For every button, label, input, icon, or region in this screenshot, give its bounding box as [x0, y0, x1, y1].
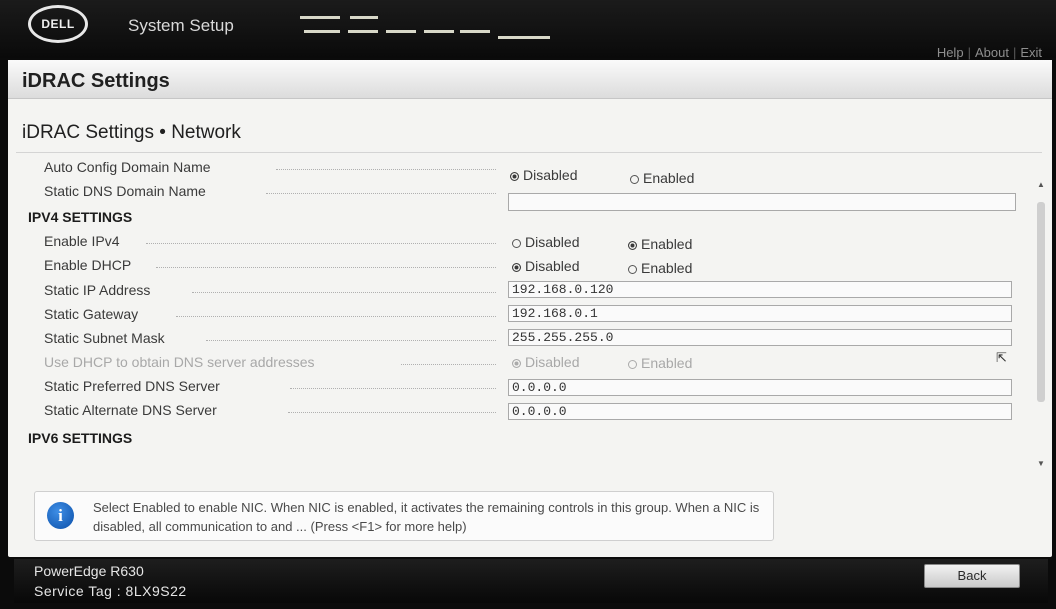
scroll-up-arrow-icon[interactable]: ▲ [1036, 180, 1046, 189]
section-title: iDRAC Settings • Network [22, 122, 241, 143]
auto-config-domain-label: Auto Config Domain Name [44, 159, 211, 175]
radio-selected-icon [512, 359, 521, 368]
ipv4-settings-header: IPV4 SETTINGS [28, 209, 133, 225]
radio-selected-icon [510, 172, 519, 181]
dotted-leader [288, 412, 496, 413]
static-ip-field[interactable] [508, 281, 1012, 298]
header-decoration [300, 10, 560, 54]
form-scrollbar[interactable]: ▲ ▼ [1036, 178, 1046, 470]
app-title: System Setup [128, 16, 234, 35]
radio-unselected-icon [628, 265, 637, 274]
enable-dhcp-label: Enable DHCP [44, 257, 132, 273]
dhcp-dns-label: Use DHCP to obtain DNS server addresses [44, 354, 315, 370]
dotted-leader [146, 243, 496, 244]
static-subnet-label: Static Subnet Mask [44, 330, 165, 346]
scroll-thumb[interactable] [1037, 202, 1045, 402]
dotted-leader [192, 292, 496, 293]
static-gateway-row: Static Gateway [16, 304, 1036, 326]
dell-logo: DELL [28, 5, 88, 43]
dotted-leader [206, 340, 496, 341]
static-subnet-row: Static Subnet Mask [16, 328, 1036, 350]
dotted-leader [290, 388, 496, 389]
alternate-dns-label: Static Alternate DNS Server [44, 402, 217, 418]
scroll-down-arrow-icon[interactable]: ▼ [1036, 459, 1046, 468]
header-links: Help | About | Exit [937, 45, 1042, 60]
static-dns-domain-row: Static DNS Domain Name [16, 181, 1036, 211]
dhcp-dns-row: Use DHCP to obtain DNS server addresses … [16, 352, 1036, 374]
enable-dhcp-enabled-radio[interactable]: Enabled [628, 260, 692, 276]
radio-unselected-icon [512, 239, 521, 248]
page-title: iDRAC Settings [22, 70, 170, 92]
static-dns-domain-field[interactable] [508, 193, 1016, 211]
enable-dhcp-disabled-radio[interactable]: Disabled [512, 258, 579, 274]
dhcp-dns-disabled-radio: Disabled [512, 354, 579, 370]
dhcp-dns-enabled-radio: Enabled [628, 355, 692, 371]
static-ip-row: Static IP Address [16, 280, 1036, 302]
footer-bar: PowerEdge R630 Service Tag : 8LX9S22 Bac… [14, 559, 1048, 603]
preferred-dns-field[interactable] [508, 379, 1012, 396]
link-separator: | [967, 45, 971, 60]
mouse-pointer-icon: ⇱ [996, 350, 1007, 365]
service-tag: Service Tag : 8LX9S22 [34, 583, 187, 599]
dotted-leader [176, 316, 496, 317]
auto-config-domain-row: Auto Config Domain Name Disabled Enabled [16, 157, 1036, 186]
help-text: Select Enabled to enable NIC. When NIC i… [93, 500, 760, 534]
static-gateway-field[interactable] [508, 305, 1012, 322]
info-icon: i [47, 502, 74, 529]
static-dns-domain-label: Static DNS Domain Name [44, 183, 206, 199]
enable-ipv4-disabled-radio[interactable]: Disabled [512, 234, 579, 250]
network-settings-form: Auto Config Domain Name Disabled Enabled… [16, 152, 1042, 528]
back-button[interactable]: Back [924, 564, 1020, 588]
preferred-dns-label: Static Preferred DNS Server [44, 378, 220, 394]
static-gateway-label: Static Gateway [44, 306, 139, 322]
link-separator: | [1012, 45, 1017, 60]
enable-ipv4-row: Enable IPv4 Disabled Enabled [16, 231, 1036, 253]
ipv6-settings-header: IPV6 SETTINGS [28, 430, 133, 446]
main-panel: iDRAC Settings iDRAC Settings • Network … [8, 60, 1052, 557]
dotted-leader [266, 193, 496, 194]
help-link[interactable]: Help [937, 45, 964, 60]
alternate-dns-row: Static Alternate DNS Server [16, 400, 1036, 422]
dotted-leader [276, 169, 496, 170]
page-title-bar: iDRAC Settings [8, 60, 1052, 99]
system-model: PowerEdge R630 [34, 563, 144, 579]
enable-ipv4-label: Enable IPv4 [44, 233, 120, 249]
radio-unselected-icon [628, 360, 637, 369]
enable-dhcp-row: Enable DHCP Disabled Enabled [16, 255, 1036, 277]
exit-link[interactable]: Exit [1020, 45, 1042, 60]
dotted-leader [401, 364, 496, 365]
dotted-leader [156, 267, 496, 268]
alternate-dns-field[interactable] [508, 403, 1012, 420]
top-header: DELL System Setup Help | About | Exit [0, 0, 1056, 60]
enable-ipv4-enabled-radio[interactable]: Enabled [628, 236, 692, 252]
radio-selected-icon [628, 241, 637, 250]
static-ip-label: Static IP Address [44, 282, 151, 298]
about-link[interactable]: About [975, 45, 1009, 60]
static-subnet-field[interactable] [508, 329, 1012, 346]
radio-selected-icon [512, 263, 521, 272]
preferred-dns-row: Static Preferred DNS Server [16, 376, 1036, 398]
help-box: i Select Enabled to enable NIC. When NIC… [34, 491, 774, 541]
